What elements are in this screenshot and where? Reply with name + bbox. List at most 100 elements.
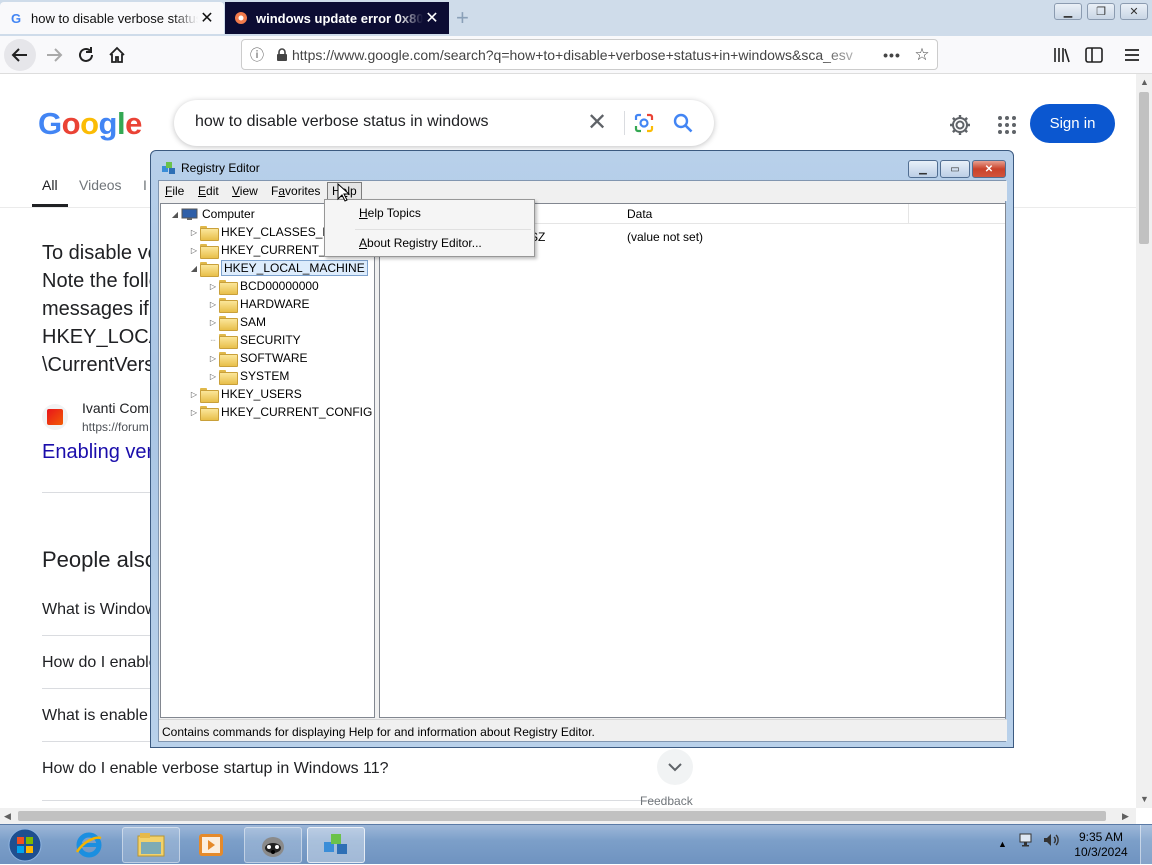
tree-node-system[interactable]: ▷ SYSTEM (207, 367, 289, 385)
tree-node-bcd[interactable]: ▷ BCD00000000 (207, 277, 319, 295)
tree-node-computer[interactable]: ◢ Computer (169, 205, 255, 223)
menu-view[interactable]: View (232, 184, 258, 198)
app-raccoon-icon[interactable] (244, 827, 302, 863)
people-also-ask-heading: People also (42, 547, 157, 572)
library-icon[interactable] (1046, 39, 1078, 71)
menu-hamburger-icon[interactable] (1116, 39, 1148, 71)
tree-node-hklm[interactable]: ◢ HKEY_LOCAL_MACHINE (188, 259, 368, 277)
clear-search-icon[interactable]: ✕ (587, 108, 607, 137)
more-actions-icon[interactable]: ••• (877, 47, 907, 63)
column-header-data[interactable]: Data (627, 207, 652, 221)
expand-icon[interactable]: ▷ (188, 246, 200, 255)
search-box[interactable]: how to disable verbose status in windows… (174, 100, 714, 146)
paa-question[interactable]: How do I enable (42, 654, 158, 672)
tab-windows-update[interactable]: windows update error 0x800728 ✕ (225, 2, 449, 34)
help-menu-dropdown: Help Topics About Registry Editor... (324, 199, 535, 257)
tab-all[interactable]: All (32, 177, 67, 207)
paa-question[interactable]: How do I enable verbose startup in Windo… (42, 760, 389, 778)
menu-favorites[interactable]: Favorites (271, 184, 320, 198)
horizontal-scrollbar[interactable]: ◀ ▶ (0, 808, 1136, 824)
expand-icon[interactable]: ▷ (188, 408, 200, 417)
show-desktop-button[interactable] (1140, 825, 1152, 865)
expand-icon[interactable]: ▷ (207, 300, 219, 309)
menu-item-about[interactable]: About Registry Editor... (359, 236, 482, 250)
bookmark-star-icon[interactable]: ☆ (907, 45, 937, 65)
folder-icon (200, 387, 219, 403)
system-clock[interactable]: 9:35 AM 10/3/2024 (1070, 830, 1132, 860)
search-input[interactable]: how to disable verbose status in windows (195, 113, 489, 131)
forward-icon[interactable] (38, 39, 70, 71)
tab-images[interactable]: I (143, 177, 147, 193)
apps-grid-icon[interactable] (993, 111, 1021, 139)
media-player-icon[interactable] (182, 827, 240, 863)
result-title-link[interactable]: Enabling ver (42, 441, 153, 464)
paa-question[interactable]: What is enable (42, 707, 148, 725)
file-explorer-icon[interactable] (122, 827, 180, 863)
search-icon[interactable] (671, 111, 695, 135)
vertical-scrollbar[interactable]: ▲ ▼ (1136, 74, 1152, 808)
scrollbar-thumb[interactable] (1139, 92, 1149, 244)
expand-icon[interactable]: ▷ (207, 372, 219, 381)
info-icon[interactable]: ⓘ (242, 45, 272, 65)
home-icon[interactable] (101, 39, 133, 71)
lock-icon[interactable] (272, 47, 292, 62)
close-button[interactable]: ✕ (1120, 3, 1148, 20)
mouse-pointer-icon (337, 182, 351, 203)
menu-item-help-topics[interactable]: Help Topics (359, 206, 421, 220)
menu-file[interactable]: File (165, 184, 184, 198)
address-bar[interactable]: ⓘ https://www.google.com/search?q=how+to… (241, 39, 938, 70)
show-hidden-icons[interactable]: ▲ (998, 839, 1007, 849)
value-data-cell: (value not set) (627, 230, 704, 244)
tree-node-hardware[interactable]: ▷ HARDWARE (207, 295, 310, 313)
scrollbar-thumb[interactable] (18, 811, 1106, 821)
menu-edit[interactable]: Edit (198, 184, 219, 198)
google-lens-icon[interactable] (632, 111, 656, 135)
pane-splitter[interactable] (375, 203, 378, 718)
registry-editor-taskbar-icon[interactable] (307, 827, 365, 863)
tab-close-icon[interactable]: ✕ (198, 8, 216, 28)
tree-node-hku[interactable]: ▷ HKEY_USERS (188, 385, 302, 403)
expand-icon[interactable]: ▷ (207, 318, 219, 327)
paa-question[interactable]: What is Window (42, 601, 157, 619)
tree-node-hkcc[interactable]: ▷ HKEY_CURRENT_CONFIG (188, 403, 372, 421)
settings-gear-icon[interactable] (946, 111, 974, 139)
tree-node-sam[interactable]: ▷ SAM (207, 313, 266, 331)
tree-node-software[interactable]: ▷ SOFTWARE (207, 349, 308, 367)
start-button[interactable] (4, 827, 46, 863)
column-divider[interactable] (908, 204, 909, 224)
minimize-button[interactable]: ▁ (908, 160, 938, 178)
maximize-button[interactable]: ▭ (940, 160, 970, 178)
restore-button[interactable]: ❐ (1087, 3, 1115, 20)
tree-node-security[interactable]: ┄ SECURITY (207, 331, 301, 349)
new-tab-icon[interactable]: + (456, 5, 469, 31)
collapse-icon[interactable]: ◢ (188, 264, 200, 273)
collapse-icon[interactable]: ◢ (169, 210, 181, 219)
tab-videos[interactable]: Videos (79, 177, 122, 193)
minimize-button[interactable]: ▁ (1054, 3, 1082, 20)
reload-icon[interactable] (70, 39, 102, 71)
tree-label: SECURITY (240, 333, 301, 347)
tab-google-search[interactable]: G how to disable verbose status in windo… (0, 2, 224, 34)
network-icon[interactable] (1018, 831, 1036, 852)
expand-icon[interactable]: ▷ (188, 228, 200, 237)
back-icon[interactable] (4, 39, 36, 71)
chevron-down-icon[interactable] (657, 749, 693, 785)
sidebar-icon[interactable] (1078, 39, 1110, 71)
scroll-up-icon[interactable]: ▲ (1140, 77, 1149, 87)
expand-icon[interactable]: ▷ (188, 390, 200, 399)
expand-icon[interactable]: ▷ (207, 354, 219, 363)
snippet-line: messages if (42, 298, 149, 320)
volume-icon[interactable] (1042, 831, 1060, 852)
sign-in-button[interactable]: Sign in (1030, 104, 1115, 143)
scroll-left-icon[interactable]: ◀ (4, 811, 11, 822)
tab-close-icon[interactable]: ✕ (423, 8, 441, 28)
clock-time: 9:35 AM (1078, 830, 1124, 844)
expand-icon[interactable]: ▷ (207, 282, 219, 291)
close-button[interactable]: ✕ (972, 160, 1006, 178)
computer-icon (181, 208, 198, 221)
feedback-link[interactable]: Feedback (640, 794, 693, 808)
google-logo[interactable]: Google (38, 106, 142, 142)
internet-explorer-icon[interactable] (60, 827, 118, 863)
scroll-down-icon[interactable]: ▼ (1140, 794, 1149, 804)
scroll-right-icon[interactable]: ▶ (1122, 811, 1129, 822)
